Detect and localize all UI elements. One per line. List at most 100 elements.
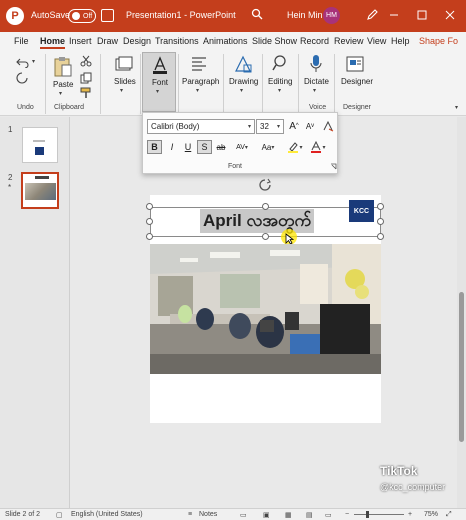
- notes-button[interactable]: Notes: [199, 511, 217, 518]
- shadow-button[interactable]: S: [197, 140, 212, 154]
- scrollbar-thumb[interactable]: [459, 292, 464, 442]
- undo-dropdown-icon[interactable]: ▾: [32, 58, 35, 65]
- undo-icon[interactable]: [16, 56, 30, 68]
- change-case-button[interactable]: Aa ▾: [257, 140, 279, 154]
- tab-record[interactable]: Record: [300, 36, 329, 46]
- close-icon[interactable]: [443, 8, 457, 22]
- zoom-out-icon[interactable]: −: [345, 511, 349, 518]
- paragraph-dropdown-icon[interactable]: ▾: [196, 87, 199, 94]
- slide-thumbnail-1[interactable]: [22, 127, 58, 163]
- designer-label[interactable]: Designer: [341, 77, 373, 86]
- tab-slide-show[interactable]: Slide Show: [252, 36, 297, 46]
- strikethrough-button[interactable]: ab: [214, 140, 228, 154]
- copy-icon[interactable]: [80, 72, 92, 84]
- bold-button[interactable]: B: [147, 140, 162, 154]
- divider: [45, 54, 46, 114]
- tab-draw[interactable]: Draw: [97, 36, 118, 46]
- zoom-slider-thumb[interactable]: [366, 511, 369, 518]
- grow-font-button[interactable]: A ^: [288, 119, 300, 133]
- resize-handle[interactable]: [146, 218, 153, 225]
- pen-icon[interactable]: [366, 8, 379, 21]
- find-icon[interactable]: [272, 54, 290, 72]
- slide-counter: Slide 2 of 2: [5, 511, 41, 518]
- save-icon[interactable]: [101, 9, 114, 22]
- editing-dropdown-icon[interactable]: ▾: [278, 87, 281, 94]
- resize-handle[interactable]: [146, 203, 153, 210]
- thumb-logo: [35, 147, 44, 155]
- paste-dropdown-icon[interactable]: ▾: [59, 90, 62, 97]
- avatar[interactable]: HM: [323, 7, 340, 24]
- tab-file[interactable]: File: [14, 36, 29, 46]
- tab-help[interactable]: Help: [391, 36, 410, 46]
- paste-icon[interactable]: [53, 56, 73, 78]
- tab-shape-format[interactable]: Shape Fo: [419, 36, 458, 46]
- dictate-label[interactable]: Dictate: [304, 77, 329, 86]
- search-icon[interactable]: [251, 8, 263, 20]
- normal-view-icon[interactable]: ▣: [263, 511, 270, 519]
- cut-icon[interactable]: [80, 55, 92, 67]
- language-indicator[interactable]: English (United States): [71, 511, 143, 518]
- slides-dropdown-icon[interactable]: ▾: [120, 87, 123, 94]
- clear-formatting-icon[interactable]: [321, 119, 334, 133]
- slides-label[interactable]: Slides: [114, 77, 136, 86]
- slide-title[interactable]: April လအတွက်: [200, 209, 315, 233]
- accessibility-icon[interactable]: ▢: [56, 511, 63, 519]
- designer-icon[interactable]: [346, 54, 366, 74]
- paste-label[interactable]: Paste: [53, 80, 73, 89]
- collapse-ribbon-icon[interactable]: ▾: [455, 104, 458, 111]
- display-settings-icon[interactable]: ▭: [240, 511, 247, 519]
- reading-view-icon[interactable]: ▤: [306, 511, 313, 519]
- tab-transitions[interactable]: Transitions: [155, 36, 199, 46]
- minimize-icon[interactable]: [387, 8, 401, 22]
- format-painter-icon[interactable]: [80, 87, 92, 99]
- shapes-icon[interactable]: [233, 54, 253, 74]
- autosave-toggle[interactable]: Off: [68, 9, 96, 23]
- tab-design[interactable]: Design: [123, 36, 151, 46]
- font-button[interactable]: Font ▾: [142, 52, 176, 112]
- redo-icon[interactable]: [16, 72, 28, 84]
- drawing-label[interactable]: Drawing: [229, 77, 258, 86]
- font-size-dropdown[interactable]: 32 ▾: [256, 119, 284, 134]
- slide-sorter-icon[interactable]: ▦: [285, 511, 292, 519]
- italic-button[interactable]: I: [165, 140, 179, 154]
- dictate-dropdown-icon[interactable]: ▾: [313, 87, 316, 94]
- underline-button[interactable]: U: [181, 140, 195, 154]
- microphone-icon[interactable]: [309, 54, 323, 74]
- drawing-dropdown-icon[interactable]: ▾: [240, 87, 243, 94]
- highlight-color-icon[interactable]: ▾: [286, 140, 304, 154]
- slideshow-icon[interactable]: ▭: [325, 511, 332, 519]
- character-spacing-button[interactable]: AV ▾: [231, 140, 253, 154]
- zoom-level[interactable]: 75%: [424, 511, 438, 518]
- tab-home[interactable]: Home: [40, 36, 66, 49]
- resize-handle[interactable]: [377, 233, 384, 240]
- resize-handle[interactable]: [377, 218, 384, 225]
- resize-handle[interactable]: [262, 203, 269, 210]
- rotate-handle-icon[interactable]: [258, 178, 272, 192]
- paragraph-label[interactable]: Paragraph: [182, 77, 219, 86]
- zoom-in-icon[interactable]: +: [408, 511, 412, 518]
- slide-thumbnail-2[interactable]: [21, 172, 59, 209]
- resize-handle[interactable]: [262, 233, 269, 240]
- vertical-scrollbar[interactable]: [457, 117, 466, 508]
- chevron-down-icon: ▾: [322, 144, 326, 151]
- tab-view[interactable]: View: [367, 36, 386, 46]
- font-group-label: Font: [228, 163, 243, 170]
- font-color-icon[interactable]: ▾: [309, 140, 327, 154]
- tab-animations[interactable]: Animations: [203, 36, 248, 46]
- fit-to-window-icon[interactable]: ⤢: [446, 511, 452, 519]
- dialog-launcher-icon[interactable]: [330, 163, 337, 170]
- zoom-slider[interactable]: [354, 514, 404, 515]
- classroom-photo: [150, 244, 381, 374]
- font-name-dropdown[interactable]: Calibri (Body) ▾: [147, 119, 255, 134]
- paragraph-icon[interactable]: [190, 55, 208, 73]
- editing-label[interactable]: Editing: [268, 77, 292, 86]
- tab-review[interactable]: Review: [334, 36, 364, 46]
- resize-handle[interactable]: [146, 233, 153, 240]
- shrink-font-button[interactable]: Av: [304, 119, 316, 133]
- resize-handle[interactable]: [377, 203, 384, 210]
- slides-panel: 1 2 *: [0, 117, 70, 508]
- maximize-icon[interactable]: [415, 8, 429, 22]
- tab-insert[interactable]: Insert: [69, 36, 92, 46]
- new-slide-icon[interactable]: [115, 56, 133, 74]
- notes-icon[interactable]: ≡: [188, 511, 192, 518]
